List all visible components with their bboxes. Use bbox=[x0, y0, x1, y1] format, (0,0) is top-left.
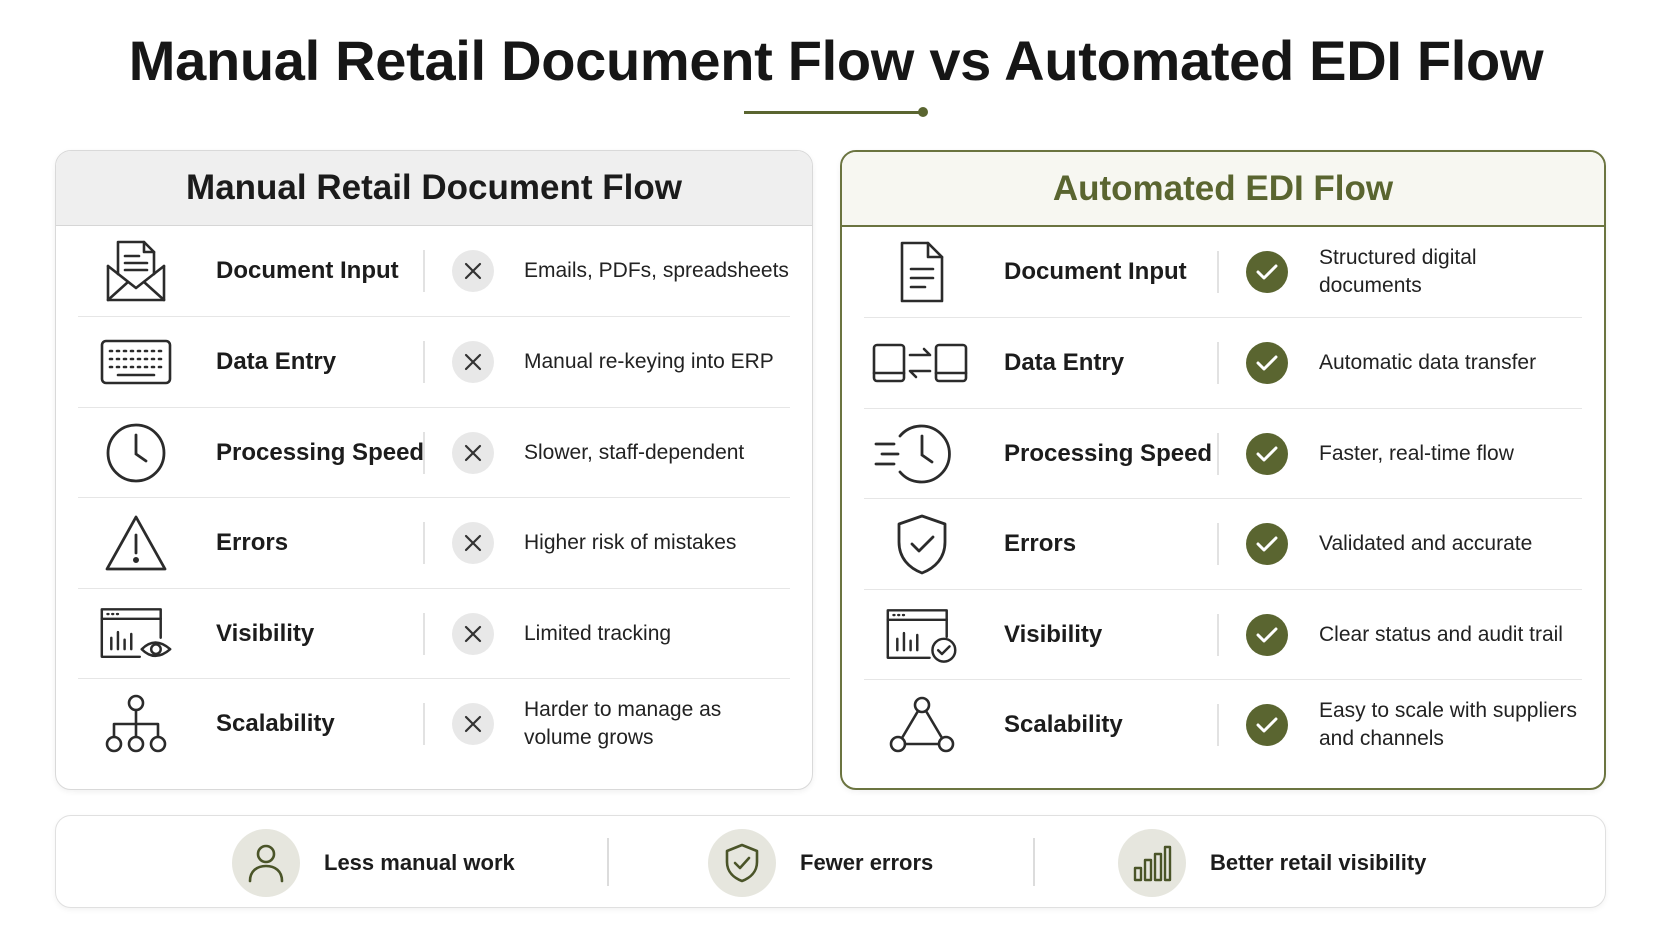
bar-chart-icon bbox=[1118, 828, 1186, 897]
column-divider bbox=[1217, 251, 1219, 293]
row-description: Limited tracking bbox=[524, 621, 672, 645]
fast-clock-icon bbox=[872, 418, 962, 490]
column-divider bbox=[1217, 523, 1219, 565]
x-mark-icon bbox=[452, 431, 494, 474]
manual-flow-panel: Manual Retail Document Flow Document Inp… bbox=[55, 150, 813, 790]
row-description: Validated and accurate bbox=[1319, 532, 1533, 555]
benefit-divider bbox=[1033, 838, 1035, 886]
row-label: Scalability bbox=[216, 710, 335, 737]
x-mark-icon bbox=[452, 703, 494, 745]
check-mark-icon bbox=[1246, 704, 1288, 746]
benefit-fewer-errors: Fewer errors bbox=[708, 816, 933, 909]
benefit-label: Better retail visibility bbox=[1210, 849, 1427, 875]
row-label: Document Input bbox=[1004, 258, 1187, 285]
row-description: Manual re-keying into ERP bbox=[524, 350, 774, 373]
document-icon bbox=[884, 236, 960, 308]
benefit-label: Less manual work bbox=[324, 849, 515, 875]
automated-flow-panel: Automated EDI Flow Document Input Struct… bbox=[840, 150, 1606, 790]
x-mark-icon bbox=[452, 612, 494, 655]
row-description: Easy to scale with suppliers and channel… bbox=[1319, 697, 1577, 753]
row-label: Data Entry bbox=[216, 348, 337, 375]
check-mark-icon bbox=[1246, 251, 1288, 293]
auto-row-errors: Errors Validated and accurate bbox=[864, 499, 1582, 590]
benefit-less-manual-work: Less manual work bbox=[232, 816, 515, 909]
person-icon bbox=[232, 828, 300, 897]
row-description: Emails, PDFs, spreadsheets bbox=[524, 259, 789, 282]
check-mark-icon bbox=[1246, 432, 1288, 475]
row-description-line: Harder to manage as bbox=[524, 698, 722, 721]
auto-row-scalability: Scalability Easy to scale with suppliers… bbox=[864, 680, 1582, 770]
manual-row-processing-speed: Processing Speed Slower, staff-dependent bbox=[78, 408, 790, 498]
hierarchy-icon bbox=[98, 688, 174, 760]
devices-transfer-icon bbox=[870, 327, 970, 399]
row-description-line: Easy to scale with suppliers bbox=[1319, 699, 1577, 722]
row-description: Harder to manage as volume grows bbox=[524, 696, 721, 752]
row-description: Slower, staff-dependent bbox=[524, 440, 745, 464]
check-mark-icon bbox=[1246, 342, 1288, 384]
column-divider bbox=[1217, 613, 1219, 656]
auto-panel-heading: Automated EDI Flow bbox=[842, 152, 1604, 227]
column-divider bbox=[423, 431, 425, 474]
envelope-document-icon bbox=[98, 235, 174, 307]
column-divider bbox=[423, 522, 425, 564]
benefits-bar: Less manual work Fewer errors Better ret… bbox=[55, 815, 1606, 908]
column-divider bbox=[1217, 342, 1219, 384]
row-label: Document Input bbox=[216, 257, 399, 284]
row-description: Faster, real-time flow bbox=[1319, 441, 1514, 465]
check-mark-icon bbox=[1246, 613, 1288, 656]
x-mark-icon bbox=[452, 522, 494, 564]
manual-row-errors: Errors Higher risk of mistakes bbox=[78, 498, 790, 589]
dashboard-eye-icon bbox=[98, 598, 174, 670]
x-mark-icon bbox=[452, 341, 494, 383]
row-description: Structured digital documents bbox=[1319, 246, 1477, 297]
row-label: Data Entry bbox=[1004, 349, 1125, 376]
column-divider bbox=[423, 612, 425, 655]
column-divider bbox=[423, 341, 425, 383]
row-description: Automatic data transfer bbox=[1319, 351, 1537, 374]
benefit-divider bbox=[607, 838, 609, 886]
shield-check-icon bbox=[884, 508, 960, 580]
row-description: Clear status and audit trail bbox=[1319, 622, 1563, 646]
title-underline-dot bbox=[918, 107, 928, 117]
column-divider bbox=[423, 703, 425, 745]
x-mark-icon bbox=[452, 250, 494, 292]
auto-row-document-input: Document Input Structured digital docume… bbox=[864, 227, 1582, 318]
keyboard-icon bbox=[98, 326, 174, 398]
dashboard-check-icon bbox=[884, 599, 960, 671]
title-underline bbox=[744, 111, 924, 114]
shield-check-icon bbox=[708, 828, 776, 897]
row-label: Processing Speed bbox=[216, 438, 425, 466]
row-label: Visibility bbox=[216, 619, 315, 647]
column-divider bbox=[1217, 704, 1219, 746]
auto-row-processing-speed: Processing Speed Faster, real-time flow bbox=[864, 409, 1582, 499]
row-label: Errors bbox=[1004, 530, 1077, 557]
manual-row-scalability: Scalability Harder to manage as volume g… bbox=[78, 679, 790, 769]
benefit-label: Fewer errors bbox=[800, 849, 934, 875]
row-label: Processing Speed bbox=[1004, 439, 1213, 467]
row-description: Higher risk of mistakes bbox=[524, 531, 737, 554]
check-mark-icon bbox=[1246, 523, 1288, 565]
auto-row-data-entry: Data Entry Automatic data transfer bbox=[864, 318, 1582, 409]
column-divider bbox=[423, 250, 425, 292]
row-label: Visibility bbox=[1004, 620, 1103, 648]
auto-row-visibility: Visibility Clear status and audit trail bbox=[864, 590, 1582, 680]
column-divider bbox=[1217, 432, 1219, 475]
row-label: Errors bbox=[216, 529, 289, 556]
row-description-line: and channels bbox=[1319, 727, 1444, 750]
warning-triangle-icon bbox=[98, 507, 174, 579]
manual-panel-heading: Manual Retail Document Flow bbox=[56, 151, 812, 226]
benefit-better-visibility: Better retail visibility bbox=[1118, 816, 1426, 909]
network-triangle-icon bbox=[884, 689, 960, 761]
manual-row-data-entry: Data Entry Manual re-keying into ERP bbox=[78, 317, 790, 408]
clock-icon bbox=[98, 417, 174, 489]
page-title: Manual Retail Document Flow vs Automated… bbox=[128, 29, 1544, 92]
row-description-line: volume grows bbox=[524, 726, 654, 749]
row-label: Scalability bbox=[1004, 711, 1123, 738]
manual-row-visibility: Visibility Limited tracking bbox=[78, 589, 790, 679]
manual-row-document-input: Document Input Emails, PDFs, spreadsheet… bbox=[78, 226, 790, 317]
